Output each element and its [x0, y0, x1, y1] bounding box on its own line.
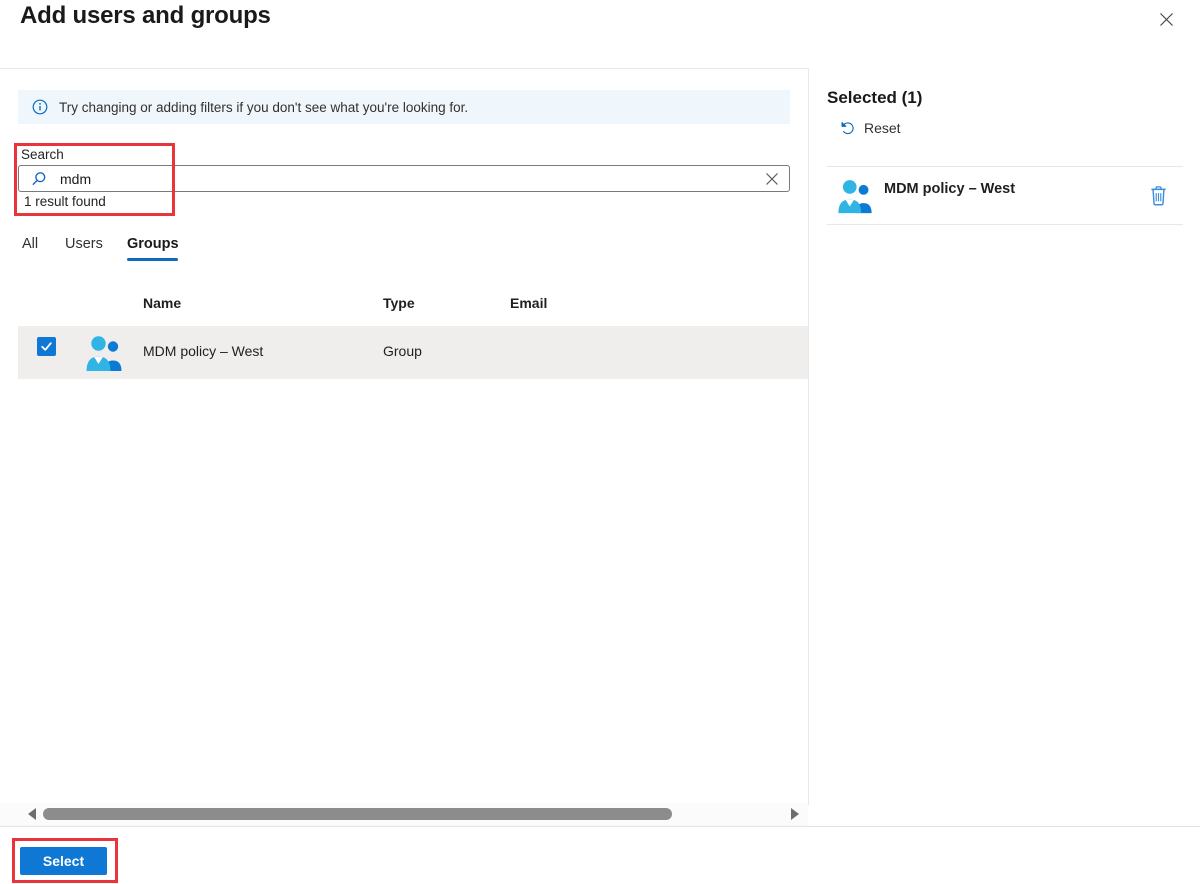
selected-panel-title: Selected (1) [827, 88, 923, 107]
scroll-right-icon[interactable] [791, 808, 799, 820]
info-icon [32, 99, 48, 115]
row-checkbox[interactable] [37, 337, 56, 356]
tab-all[interactable]: All [22, 236, 38, 252]
select-button[interactable]: Select [20, 847, 107, 875]
column-header-email[interactable]: Email [510, 295, 547, 311]
row-type: Group [383, 343, 422, 359]
scroll-left-icon[interactable] [28, 808, 36, 820]
search-box[interactable] [18, 165, 790, 192]
search-label: Search [21, 147, 64, 162]
row-name: MDM policy – West [143, 343, 264, 359]
table-row[interactable]: MDM policy – West Group [18, 326, 808, 379]
selected-item-divider-bottom [827, 224, 1183, 225]
reset-button[interactable]: Reset [837, 119, 901, 137]
tab-users[interactable]: Users [65, 236, 103, 252]
undo-icon [841, 122, 854, 135]
close-icon [1159, 12, 1173, 26]
column-header-type[interactable]: Type [383, 295, 415, 311]
page-title: Add users and groups [20, 2, 271, 29]
info-banner: Try changing or adding filters if you do… [18, 90, 790, 124]
add-users-groups-dialog: Add users and groups Try changing or add… [0, 0, 1200, 884]
search-icon [32, 171, 46, 185]
scrollbar-thumb[interactable] [43, 808, 672, 820]
header-divider [0, 68, 808, 69]
panel-divider [808, 68, 809, 805]
search-input[interactable] [60, 170, 765, 187]
selected-item-divider-top [827, 166, 1183, 167]
clear-search-button[interactable] [765, 172, 779, 186]
group-icon [86, 336, 122, 371]
column-header-name[interactable]: Name [143, 295, 181, 311]
reset-label: Reset [864, 120, 901, 136]
clear-search-icon [766, 172, 778, 185]
search-result-count: 1 result found [24, 194, 106, 209]
info-banner-text: Try changing or adding filters if you do… [59, 99, 469, 115]
footer-divider [0, 826, 1200, 827]
active-tab-indicator [127, 258, 178, 261]
close-button[interactable] [1150, 4, 1182, 34]
horizontal-scrollbar[interactable] [0, 803, 808, 826]
group-icon [838, 180, 872, 214]
selected-item-name: MDM policy – West [884, 181, 1016, 197]
trash-icon [1150, 186, 1166, 206]
tab-groups[interactable]: Groups [127, 236, 179, 252]
checkmark-icon [41, 342, 52, 351]
remove-selected-button[interactable] [1144, 182, 1172, 210]
